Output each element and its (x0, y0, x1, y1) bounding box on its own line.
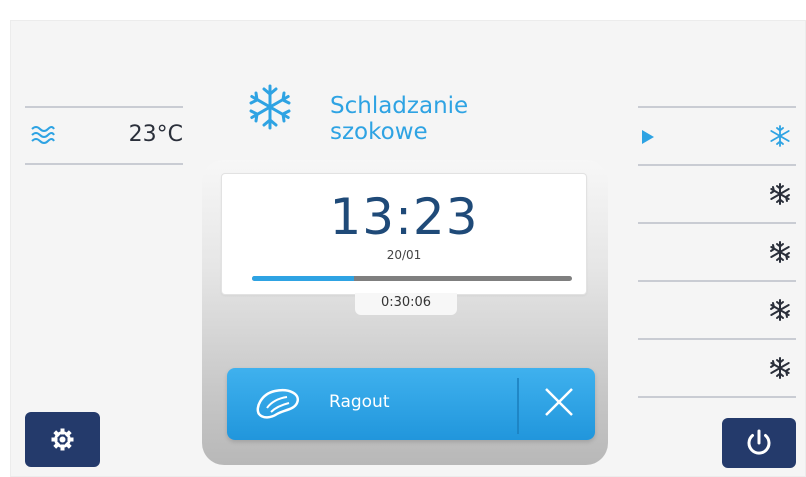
snowflake-bold-icon (770, 357, 790, 379)
menu-item-5[interactable] (638, 340, 796, 396)
air-waves-icon (31, 126, 55, 144)
temperature-status: 23°C (25, 110, 185, 160)
mode-title-line2: szokowe (330, 119, 428, 145)
meat-icon (256, 389, 300, 419)
clock-date: 20/01 (386, 248, 422, 262)
snowflake-small-icon (770, 125, 790, 147)
snowflake-bold-icon (770, 241, 790, 263)
menu-item-2[interactable] (638, 166, 796, 222)
clock-card: 13:23 20/01 (221, 173, 587, 295)
clock-time: 13:23 (329, 188, 479, 246)
program-bar[interactable]: Ragout (227, 368, 595, 440)
snowflake-bold-icon (770, 299, 790, 321)
temperature-value: 23°C (128, 122, 183, 147)
elapsed-timer: 0:30:06 (355, 293, 457, 315)
play-icon (642, 130, 654, 144)
program-label: Ragout (329, 392, 390, 412)
menu-item-3[interactable] (638, 224, 796, 280)
cancel-program-button[interactable] (521, 368, 595, 440)
divider (25, 106, 183, 108)
settings-button[interactable] (25, 412, 100, 467)
divider (25, 163, 183, 165)
progress-bar (252, 276, 572, 281)
menu-item-shock-chilling[interactable] (638, 108, 796, 164)
close-icon (545, 388, 573, 416)
divider (638, 396, 796, 398)
progress-fill (252, 276, 355, 281)
menu-item-4[interactable] (638, 282, 796, 338)
mode-title: Schladzanie szokowe (330, 93, 550, 145)
mode-title-line1: Schladzanie (330, 93, 469, 119)
gear-icon (51, 428, 74, 451)
divider (517, 378, 519, 434)
power-icon (747, 429, 771, 455)
snowflake-bold-icon (770, 183, 790, 205)
snowflake-icon (249, 84, 291, 130)
power-button[interactable] (722, 418, 796, 468)
